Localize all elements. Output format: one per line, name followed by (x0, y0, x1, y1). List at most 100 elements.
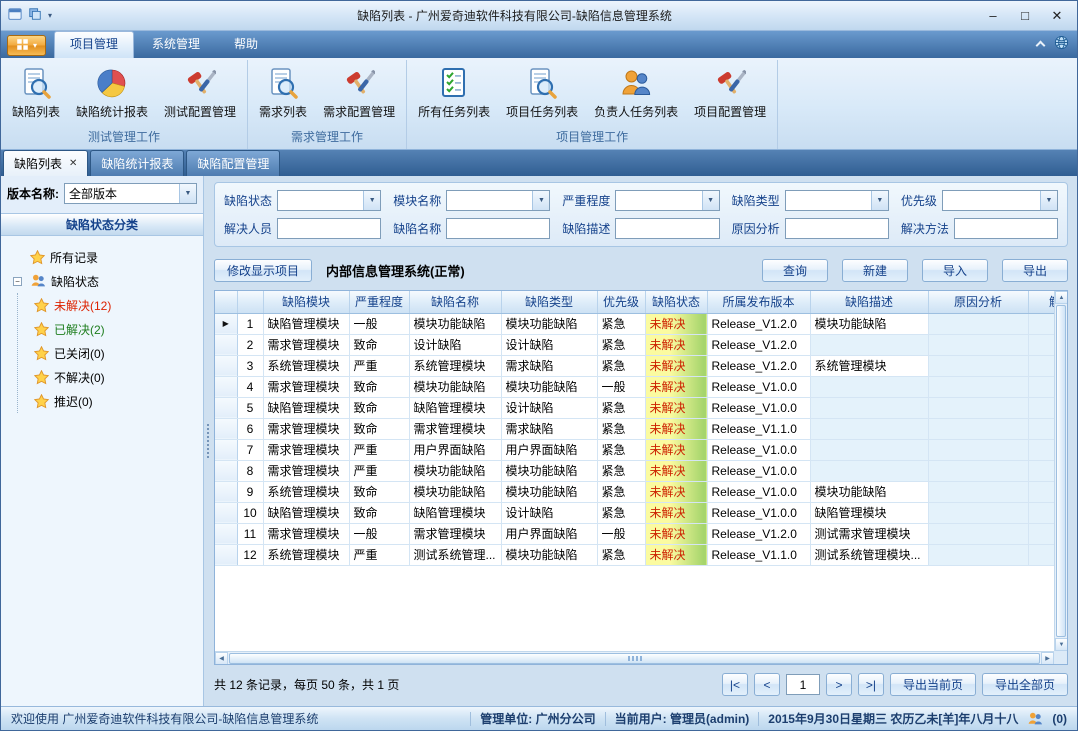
severity-select[interactable]: ▼ (615, 190, 719, 211)
maximize-button[interactable]: □ (1009, 5, 1041, 27)
solution-input[interactable] (954, 218, 1058, 239)
tree-item-unresolved[interactable]: 未解决(12) (34, 293, 199, 317)
query-button[interactable]: 查询 (762, 259, 828, 282)
defect-status-select[interactable]: ▼ (277, 190, 381, 211)
scroll-left-icon[interactable]: ◀ (215, 652, 228, 665)
collapse-ribbon-icon[interactable] (1036, 41, 1046, 51)
test-config-button[interactable]: 测试配置管理 (156, 62, 244, 120)
action-buttons: 查询新建导入导出 (762, 259, 1068, 282)
table-row[interactable]: 8需求管理模块严重模块功能缺陷模块功能缺陷紧急未解决Release_V1.0.0 (215, 460, 1054, 481)
table-row[interactable]: 11需求管理模块一般需求管理模块用户界面缺陷一般未解决Release_V1.2.… (215, 523, 1054, 544)
tree-item-postponed[interactable]: 推迟(0) (34, 389, 199, 413)
cause-analysis-input[interactable] (785, 218, 889, 239)
export-button[interactable]: 导出 (1002, 259, 1068, 282)
collapse-node-icon[interactable]: − (13, 277, 22, 286)
priority-select[interactable]: ▼ (942, 190, 1058, 211)
grid-header-priority[interactable]: 优先级 (597, 291, 645, 313)
cell-description (810, 418, 928, 439)
table-row[interactable]: 6需求管理模块致命需求管理模块需求缺陷紧急未解决Release_V1.1.0 (215, 418, 1054, 439)
defect-list-button[interactable]: 缺陷列表 (4, 62, 68, 120)
ribbon-tab-system-management[interactable]: 系统管理 (136, 31, 216, 58)
grid-header-type[interactable]: 缺陷类型 (501, 291, 597, 313)
doc-tab-defect-stats-report[interactable]: 缺陷统计报表 (90, 150, 184, 176)
ribbon-tab-project-management[interactable]: 项目管理 (54, 31, 134, 58)
tree-item-all-records[interactable]: 所有记录 (13, 245, 199, 269)
doc-tab-defect-config[interactable]: 缺陷配置管理 (186, 150, 280, 176)
defect-type-select[interactable]: ▼ (785, 190, 889, 211)
grid-header-release[interactable]: 所属发布版本 (707, 291, 810, 313)
grid-header-cause[interactable]: 原因分析 (928, 291, 1028, 313)
scroll-down-icon[interactable]: ▼ (1055, 638, 1068, 651)
table-row[interactable]: 9系统管理模块致命模块功能缺陷模块功能缺陷紧急未解决Release_V1.0.0… (215, 481, 1054, 502)
resolver-input[interactable] (277, 218, 381, 239)
table-row[interactable]: 2需求管理模块致命设计缺陷设计缺陷紧急未解决Release_V1.2.0 (215, 334, 1054, 355)
tree-item-closed[interactable]: 已关闭(0) (34, 341, 199, 365)
last-page-button[interactable]: >| (858, 673, 884, 696)
module-name-select[interactable]: ▼ (446, 190, 550, 211)
table-row[interactable]: 5缺陷管理模块致命缺陷管理模块设计缺陷紧急未解决Release_V1.0.0 (215, 397, 1054, 418)
grid-header-module[interactable]: 缺陷模块 (263, 291, 349, 313)
minimize-button[interactable]: – (977, 5, 1009, 27)
doc-tab-defect-list[interactable]: 缺陷列表✕ (3, 150, 88, 176)
vertical-scroll-thumb[interactable] (1056, 305, 1066, 637)
export-all-pages-button[interactable]: 导出全部页 (982, 673, 1068, 696)
ribbon-tab-help[interactable]: 帮助 (218, 31, 274, 58)
help-globe-icon[interactable] (1054, 35, 1069, 53)
table-row[interactable]: ▶1缺陷管理模块一般模块功能缺陷模块功能缺陷紧急未解决Release_V1.2.… (215, 313, 1054, 334)
application-menu-button[interactable]: ▾ (7, 35, 46, 56)
prev-page-button[interactable]: < (754, 673, 780, 696)
ribbon-button-label: 项目配置管理 (694, 103, 766, 120)
cell-release: Release_V1.0.0 (707, 481, 810, 502)
grid-header-solution[interactable]: 解决方法 (1028, 291, 1054, 313)
grid-header-description[interactable]: 缺陷描述 (810, 291, 928, 313)
new-button[interactable]: 新建 (842, 259, 908, 282)
table-row[interactable]: 7需求管理模块严重用户界面缺陷用户界面缺陷紧急未解决Release_V1.0.0 (215, 439, 1054, 460)
app-grid-icon (16, 38, 29, 54)
tree-item-not-resolve[interactable]: 不解决(0) (34, 365, 199, 389)
close-tab-icon[interactable]: ✕ (69, 158, 77, 169)
scroll-up-icon[interactable]: ▲ (1055, 291, 1068, 304)
table-row[interactable]: 3系统管理模块严重系统管理模块需求缺陷紧急未解决Release_V1.2.0系统… (215, 355, 1054, 376)
table-row[interactable]: 12系统管理模块严重测试系统管理...模块功能缺陷紧急未解决Release_V1… (215, 544, 1054, 565)
defect-stats-report-button[interactable]: 缺陷统计报表 (68, 62, 156, 120)
grid-header-row: 缺陷模块严重程度缺陷名称缺陷类型优先级缺陷状态所属发布版本缺陷描述原因分析解决方… (215, 291, 1054, 313)
org-text: 管理单位: 广州分公司 (480, 710, 595, 727)
defect-name-input[interactable] (446, 218, 550, 239)
import-button[interactable]: 导入 (922, 259, 988, 282)
grid-header-severity[interactable]: 严重程度 (349, 291, 409, 313)
quick-access-toolbar: ▾ (8, 7, 52, 24)
window-controls: – □ ✕ (977, 5, 1073, 27)
messages-icon[interactable] (1027, 711, 1043, 727)
horizontal-scroll-thumb[interactable] (229, 653, 1040, 664)
cell-priority: 紧急 (597, 355, 645, 376)
owner-tasks-button[interactable]: 负责人任务列表 (586, 62, 686, 120)
close-button[interactable]: ✕ (1041, 5, 1073, 27)
grid-header-status[interactable]: 缺陷状态 (645, 291, 707, 313)
window-icon[interactable] (8, 7, 22, 24)
export-current-page-button[interactable]: 导出当前页 (890, 673, 976, 696)
horizontal-scrollbar[interactable]: ◀ ▶ (215, 651, 1054, 664)
all-tasks-button[interactable]: 所有任务列表 (410, 62, 498, 120)
grid-header-name[interactable]: 缺陷名称 (409, 291, 501, 313)
first-page-button[interactable]: |< (722, 673, 748, 696)
table-row[interactable]: 4需求管理模块致命模块功能缺陷模块功能缺陷一般未解决Release_V1.0.0 (215, 376, 1054, 397)
ribbon-button-label: 负责人任务列表 (594, 103, 678, 120)
next-page-button[interactable]: > (826, 673, 852, 696)
layers-icon[interactable] (28, 7, 42, 24)
table-row[interactable]: 10缺陷管理模块致命缺陷管理模块设计缺陷紧急未解决Release_V1.0.0缺… (215, 502, 1054, 523)
cell-solution (1028, 439, 1054, 460)
defect-desc-input[interactable] (615, 218, 719, 239)
project-tasks-button[interactable]: 项目任务列表 (498, 62, 586, 120)
modify-display-button[interactable]: 修改显示项目 (214, 259, 312, 282)
vertical-scrollbar[interactable]: ▲ ▼ (1054, 291, 1067, 651)
requirement-config-button[interactable]: 需求配置管理 (315, 62, 403, 120)
tree-item-resolved[interactable]: 已解决(2) (34, 317, 199, 341)
scroll-right-icon[interactable]: ▶ (1041, 652, 1054, 665)
project-config-button[interactable]: 项目配置管理 (686, 62, 774, 120)
row-selector (215, 418, 237, 439)
sidebar-splitter[interactable] (204, 176, 212, 706)
requirement-list-button[interactable]: 需求列表 (251, 62, 315, 120)
version-select[interactable]: 全部版本 ▼ (64, 183, 197, 204)
tree-item-defect-status[interactable]: − 缺陷状态 (13, 269, 199, 293)
page-number-input[interactable] (786, 674, 820, 695)
